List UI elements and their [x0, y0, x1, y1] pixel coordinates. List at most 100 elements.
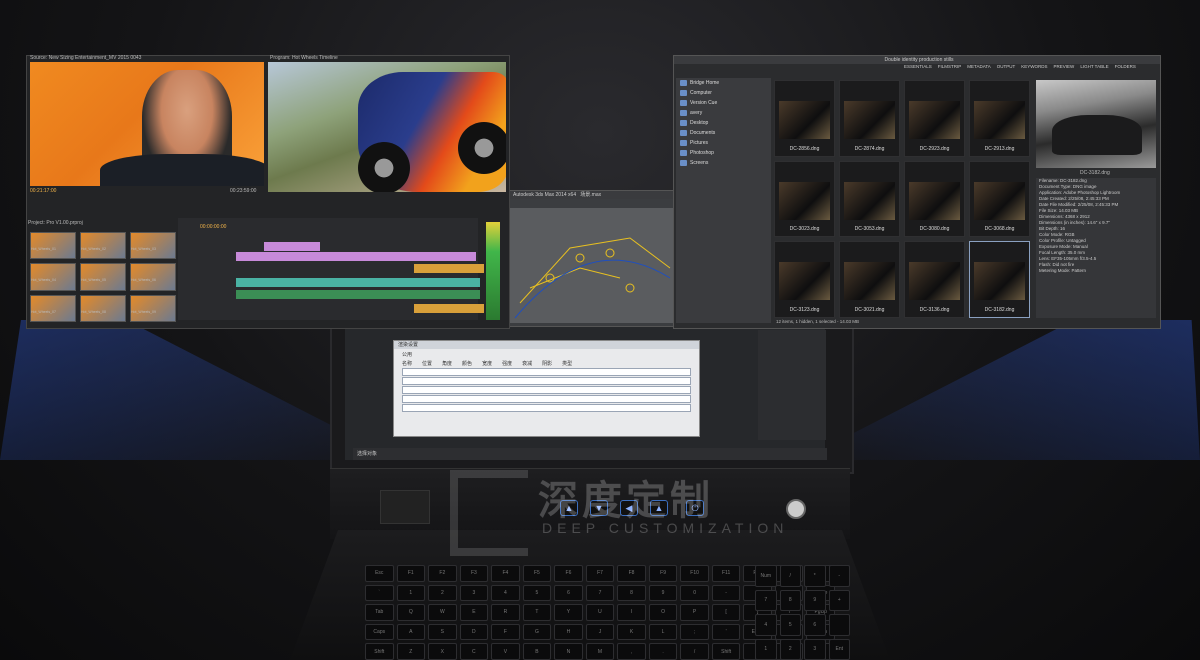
workspace-tab[interactable]: FILMSTRIP: [938, 64, 962, 72]
keyboard-key[interactable]: ,: [617, 643, 646, 660]
dialog-row[interactable]: [402, 377, 691, 385]
sidebar-item[interactable]: Screens: [676, 158, 771, 168]
keyboard-key[interactable]: ;: [680, 623, 709, 641]
numpad-key[interactable]: 9: [804, 589, 826, 611]
keyboard-key[interactable]: T: [522, 604, 552, 621]
clip-thumbnail[interactable]: Hot_Wheels_08: [80, 294, 126, 322]
thumbnail-cell[interactable]: DC-3123.dng: [774, 241, 835, 318]
sidebar-item[interactable]: avery: [676, 108, 771, 118]
dialog-tab[interactable]: 公用: [394, 349, 699, 360]
keyboard-key[interactable]: F10: [680, 565, 709, 582]
numpad-key[interactable]: 1: [755, 638, 777, 660]
keyboard-key[interactable]: F2: [428, 565, 457, 582]
keyboard-key[interactable]: Caps: [365, 623, 394, 641]
keyboard-key[interactable]: 8: [617, 584, 646, 602]
numpad-key[interactable]: 2: [779, 638, 801, 660]
keyboard-key[interactable]: S: [428, 623, 457, 641]
thumbnail-cell[interactable]: DC-3021.dng: [839, 241, 900, 318]
sidebar-item[interactable]: Desktop: [676, 118, 771, 128]
keyboard-key[interactable]: J: [585, 623, 615, 641]
max-viewport[interactable]: [510, 208, 675, 323]
dialog-row[interactable]: [402, 404, 691, 412]
thumbnail-cell[interactable]: DC-3080.dng: [904, 160, 965, 238]
dialog-row[interactable]: [402, 386, 691, 394]
workspace-tab[interactable]: ESSENTIALS: [904, 64, 932, 72]
keyboard-key[interactable]: C: [459, 643, 489, 660]
keyboard-key[interactable]: /: [680, 643, 709, 660]
numpad-key[interactable]: *: [804, 565, 826, 587]
keyboard-key[interactable]: W: [428, 604, 457, 621]
keyboard-key[interactable]: 0: [680, 584, 709, 602]
workspace-tab[interactable]: METADATA: [967, 64, 991, 72]
numpad-key[interactable]: Ent: [828, 638, 850, 660]
keyboard-key[interactable]: Y: [554, 604, 583, 621]
keyboard-key[interactable]: Q: [396, 604, 426, 621]
keyboard-key[interactable]: F3: [459, 565, 489, 582]
audio-clip[interactable]: [236, 278, 480, 287]
keyboard-key[interactable]: R: [491, 604, 520, 621]
keyboard-key[interactable]: Z: [396, 643, 426, 660]
keyboard-key[interactable]: 1: [396, 584, 426, 602]
numpad-key[interactable]: -: [828, 565, 850, 587]
keyboard-key[interactable]: N: [554, 643, 583, 660]
workspace-tab[interactable]: LIGHT TABLE: [1080, 64, 1108, 72]
dialog-row[interactable]: [402, 395, 691, 403]
keyboard-key[interactable]: E: [459, 604, 489, 621]
keyboard-key[interactable]: ': [711, 623, 741, 641]
clip-thumbnail[interactable]: Hot_Wheels_05: [80, 263, 126, 291]
workspace-tab[interactable]: OUTPUT: [997, 64, 1016, 72]
clip-thumbnail[interactable]: Hot_Wheels_03: [130, 232, 176, 260]
thumbnail-cell[interactable]: DC-3182.dng: [969, 241, 1030, 318]
keyboard-key[interactable]: Tab: [365, 604, 394, 621]
keyboard-key[interactable]: V: [491, 643, 520, 660]
sidebar-item[interactable]: Bridge Home: [676, 78, 771, 88]
keyboard-key[interactable]: M: [585, 643, 615, 660]
numpad-key[interactable]: 6: [804, 614, 826, 636]
keyboard-key[interactable]: `: [365, 584, 394, 602]
thumbnail-cell[interactable]: DC-2856.dng: [774, 80, 835, 157]
keyboard-key[interactable]: 9: [648, 584, 678, 602]
thumbnail-cell[interactable]: DC-2874.dng: [839, 80, 900, 157]
numpad-key[interactable]: 7: [755, 589, 777, 611]
thumbnail-cell[interactable]: DC-3023.dng: [774, 160, 835, 238]
audio-clip[interactable]: [236, 290, 480, 299]
thumbnail-cell[interactable]: DC-2913.dng: [969, 80, 1030, 157]
thumbnail-cell[interactable]: DC-3053.dng: [839, 160, 900, 238]
source-monitor[interactable]: [30, 62, 264, 186]
keyboard-key[interactable]: F9: [648, 565, 678, 582]
dialog-row[interactable]: [402, 368, 691, 376]
numpad-key[interactable]: 8: [779, 589, 801, 611]
keyboard-key[interactable]: 5: [522, 584, 552, 602]
numpad-key[interactable]: /: [779, 565, 801, 587]
thumbnail-cell[interactable]: DC-2923.dng: [904, 80, 965, 157]
clip-thumbnail[interactable]: Hot_Wheels_02: [80, 232, 126, 260]
clip-thumbnail[interactable]: Hot_Wheels_07: [30, 294, 76, 322]
keyboard-key[interactable]: .: [648, 643, 678, 660]
sidebar-item[interactable]: Computer: [676, 88, 771, 98]
numpad-key[interactable]: 4: [755, 614, 777, 636]
keyboard-key[interactable]: L: [648, 623, 678, 641]
keyboard-key[interactable]: F5: [522, 565, 552, 582]
keyboard-key[interactable]: Shift: [711, 643, 741, 660]
numpad-key[interactable]: 5: [779, 614, 801, 636]
power-knob[interactable]: [786, 499, 806, 519]
keyboard-key[interactable]: -: [711, 584, 741, 602]
keyboard-key[interactable]: Shift: [365, 643, 394, 660]
video-clip[interactable]: [414, 264, 484, 273]
keyboard-key[interactable]: G: [522, 623, 552, 641]
keyboard-key[interactable]: F6: [554, 565, 583, 582]
numpad-key[interactable]: Num: [755, 565, 777, 587]
clip-thumbnail[interactable]: Hot_Wheels_01: [30, 232, 76, 260]
sidebar-item[interactable]: Photoshop: [676, 148, 771, 158]
keyboard-key[interactable]: Esc: [365, 565, 394, 582]
keyboard-key[interactable]: F4: [491, 565, 520, 582]
clip-thumbnail[interactable]: Hot_Wheels_06: [130, 263, 176, 291]
keyboard-key[interactable]: 7: [585, 584, 615, 602]
sidebar-item[interactable]: Version Cue: [676, 98, 771, 108]
keyboard-key[interactable]: B: [522, 643, 552, 660]
keyboard-key[interactable]: O: [648, 604, 678, 621]
keyboard-key[interactable]: A: [396, 623, 426, 641]
keyboard-key[interactable]: K: [617, 623, 646, 641]
keyboard-key[interactable]: F7: [585, 565, 615, 582]
keyboard-key[interactable]: F8: [617, 565, 646, 582]
